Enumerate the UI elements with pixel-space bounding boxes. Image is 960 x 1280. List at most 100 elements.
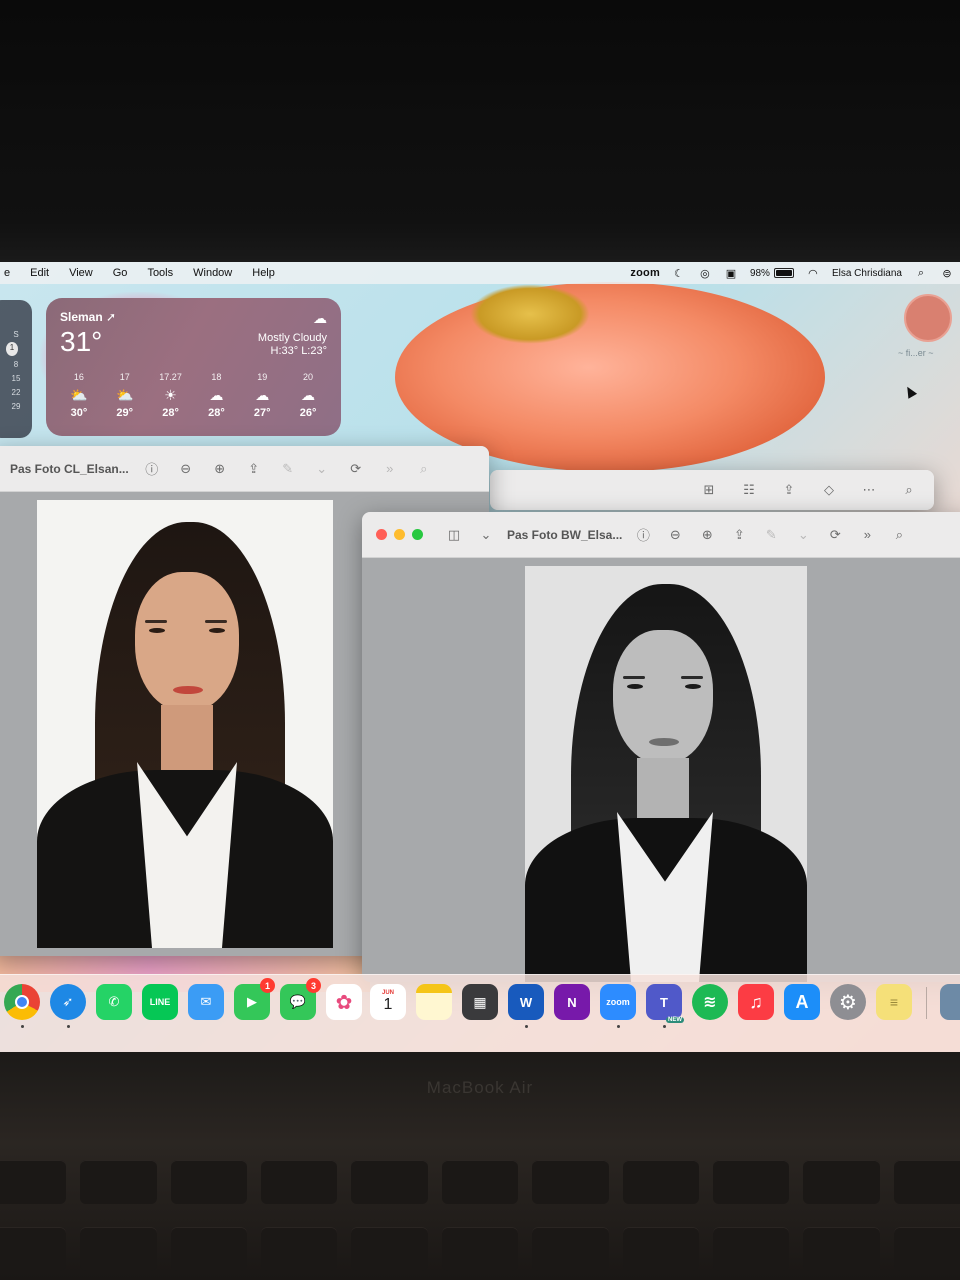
menu-tools[interactable]: Tools [137,267,183,279]
share-icon[interactable]: ⇪ [243,459,265,479]
chrome-center-icon [15,995,29,1009]
spotlight-search-icon[interactable]: ⌕ [914,266,928,280]
messages-app-icon[interactable]: 💬 3 [280,978,321,1020]
forecast-item: 17 ⛅ 29° [102,372,148,419]
onenote-app-icon[interactable]: N [554,984,590,1020]
markup-icon[interactable]: ✎ [277,459,299,479]
whatsapp-app-icon[interactable]: ✆ [96,984,132,1020]
zoom-in-icon[interactable]: ⊕ [209,459,231,479]
zoom-out-icon[interactable]: ⊖ [664,525,686,545]
focus-moon-icon[interactable]: ☾ [672,266,686,280]
notification-badge: 3 [306,978,321,993]
calculator-app-icon[interactable]: ▦ [462,984,498,1020]
share-icon[interactable]: ⇪ [728,525,750,545]
calendar-widget[interactable]: S 1 8 15 22 29 [0,300,32,438]
wifi-icon[interactable]: ◠ [806,266,820,280]
battery-status[interactable]: 98% [750,268,794,279]
keyboard-key [893,1160,960,1204]
new-tag: NEW [666,1017,684,1023]
chevron-down-icon[interactable]: ⌄ [311,459,333,479]
teams-app-icon[interactable]: T NEW [646,984,684,1023]
markup-icon[interactable]: ✎ [760,525,782,545]
line-app-icon[interactable]: LINE [142,984,178,1020]
word-app-icon[interactable]: W [508,984,544,1020]
wallpaper-orange-shape [395,282,825,472]
calendar-day-today: 1 [6,342,18,356]
photos-app-icon[interactable]: ✿ [326,984,362,1020]
notes-app-icon[interactable] [416,984,452,1020]
forecast-time: 20 [303,372,314,382]
more-icon[interactable]: ⋯ [858,480,880,500]
color-portrait-photo [37,500,333,948]
macbook-label: MacBook Air [426,1078,534,1097]
info-icon[interactable]: ⓘ [632,525,654,545]
search-icon[interactable]: ⌕ [898,480,920,500]
window-title[interactable]: Pas Foto BW_Elsa... [507,528,622,542]
close-button[interactable] [376,529,387,540]
spotify-app-icon[interactable]: ≋ [692,984,728,1020]
menu-go[interactable]: Go [103,267,138,279]
zoom-in-icon[interactable]: ⊕ [696,525,718,545]
search-icon[interactable]: ⌕ [413,459,435,479]
airplay-icon[interactable]: ◎ [698,266,712,280]
mail-app-icon[interactable]: ✉ [188,984,224,1020]
stickies-app-icon[interactable]: ≡ [876,984,912,1020]
maximize-button[interactable] [412,529,423,540]
window-title[interactable]: Pas Foto CL_Elsan... [10,462,129,476]
bw-portrait-photo [525,566,807,982]
menu-help[interactable]: Help [242,267,285,279]
traffic-lights [376,529,423,540]
info-icon[interactable]: ⓘ [141,459,163,479]
zoom-app-icon[interactable]: zoom [600,984,636,1020]
sidebar-toggle-icon[interactable]: ◫ [443,525,465,545]
control-center-icon[interactable]: ⊜ [940,266,954,280]
menu-app[interactable]: e [0,267,20,279]
background-window[interactable]: ⊞ ☷ ⇪ ◇ ⋯ ⌕ [490,470,934,510]
desktop-avatar[interactable] [904,294,952,342]
app-store-icon[interactable]: A [784,984,820,1020]
rotate-icon[interactable]: ⟳ [824,525,846,545]
menu-bar-right: zoom ☾ ◎ ▣ 98% ◠ Elsa Chrisdiana ⌕ ⊜ [630,262,960,284]
dock: ➶ ✆ LINE ✉ ▶ 1 💬 3 ✿ JUN 1 ▦ W N zoom T … [0,974,960,1052]
rotate-icon[interactable]: ⟳ [345,459,367,479]
keyboard-key [712,1160,790,1204]
laptop-bezel-top [0,0,960,262]
zoom-status-item[interactable]: zoom [630,267,660,279]
chevron-down-icon[interactable]: ⌄ [792,525,814,545]
user-name[interactable]: Elsa Chrisdiana [832,268,902,279]
grid-view-icon[interactable]: ⊞ [698,480,720,500]
moon-cloud-icon: ☁ [255,387,270,403]
music-app-icon[interactable]: ♫ [738,984,774,1020]
running-indicator [617,1025,620,1028]
chevron-down-icon[interactable]: ⌄ [475,525,497,545]
menu-edit[interactable]: Edit [20,267,59,279]
weather-widget[interactable]: Sleman ➚ 31° ☁ Mostly Cloudy H:33° L:23°… [46,298,341,436]
portrait-brow [681,676,703,679]
zoom-out-icon[interactable]: ⊖ [175,459,197,479]
calendar-day: 8 [13,360,19,369]
menu-window[interactable]: Window [183,267,242,279]
window-icon[interactable]: ▣ [724,266,738,280]
menu-view[interactable]: View [59,267,103,279]
downloads-folder-icon[interactable] [940,984,960,1020]
tag-icon[interactable]: ◇ [818,480,840,500]
system-settings-icon[interactable]: ⚙ [830,984,866,1020]
minimize-button[interactable] [394,529,405,540]
forecast-temp: 29° [116,407,134,419]
group-icon[interactable]: ☷ [738,480,760,500]
notification-badge: 1 [260,978,275,993]
preview-window-bw[interactable]: ◫ ⌄ Pas Foto BW_Elsa... ⓘ ⊖ ⊕ ⇪ ✎ ⌄ ⟳ » … [362,512,960,982]
more-tools-icon[interactable]: » [379,459,401,479]
battery-icon [773,268,794,278]
search-icon[interactable]: ⌕ [888,525,910,545]
weather-condition-block: Mostly Cloudy H:33° L:23° [258,332,327,358]
keyboard-key [170,1160,248,1204]
safari-app-icon[interactable]: ➶ [50,984,86,1020]
share-icon[interactable]: ⇪ [778,480,800,500]
calendar-app-icon[interactable]: JUN 1 [370,984,406,1020]
chrome-app-icon[interactable] [4,984,40,1020]
more-tools-icon[interactable]: » [856,525,878,545]
forecast-item: 16 ⛅ 30° [56,372,102,419]
facetime-app-icon[interactable]: ▶ 1 [234,978,275,1020]
keyboard-key [532,1160,609,1204]
